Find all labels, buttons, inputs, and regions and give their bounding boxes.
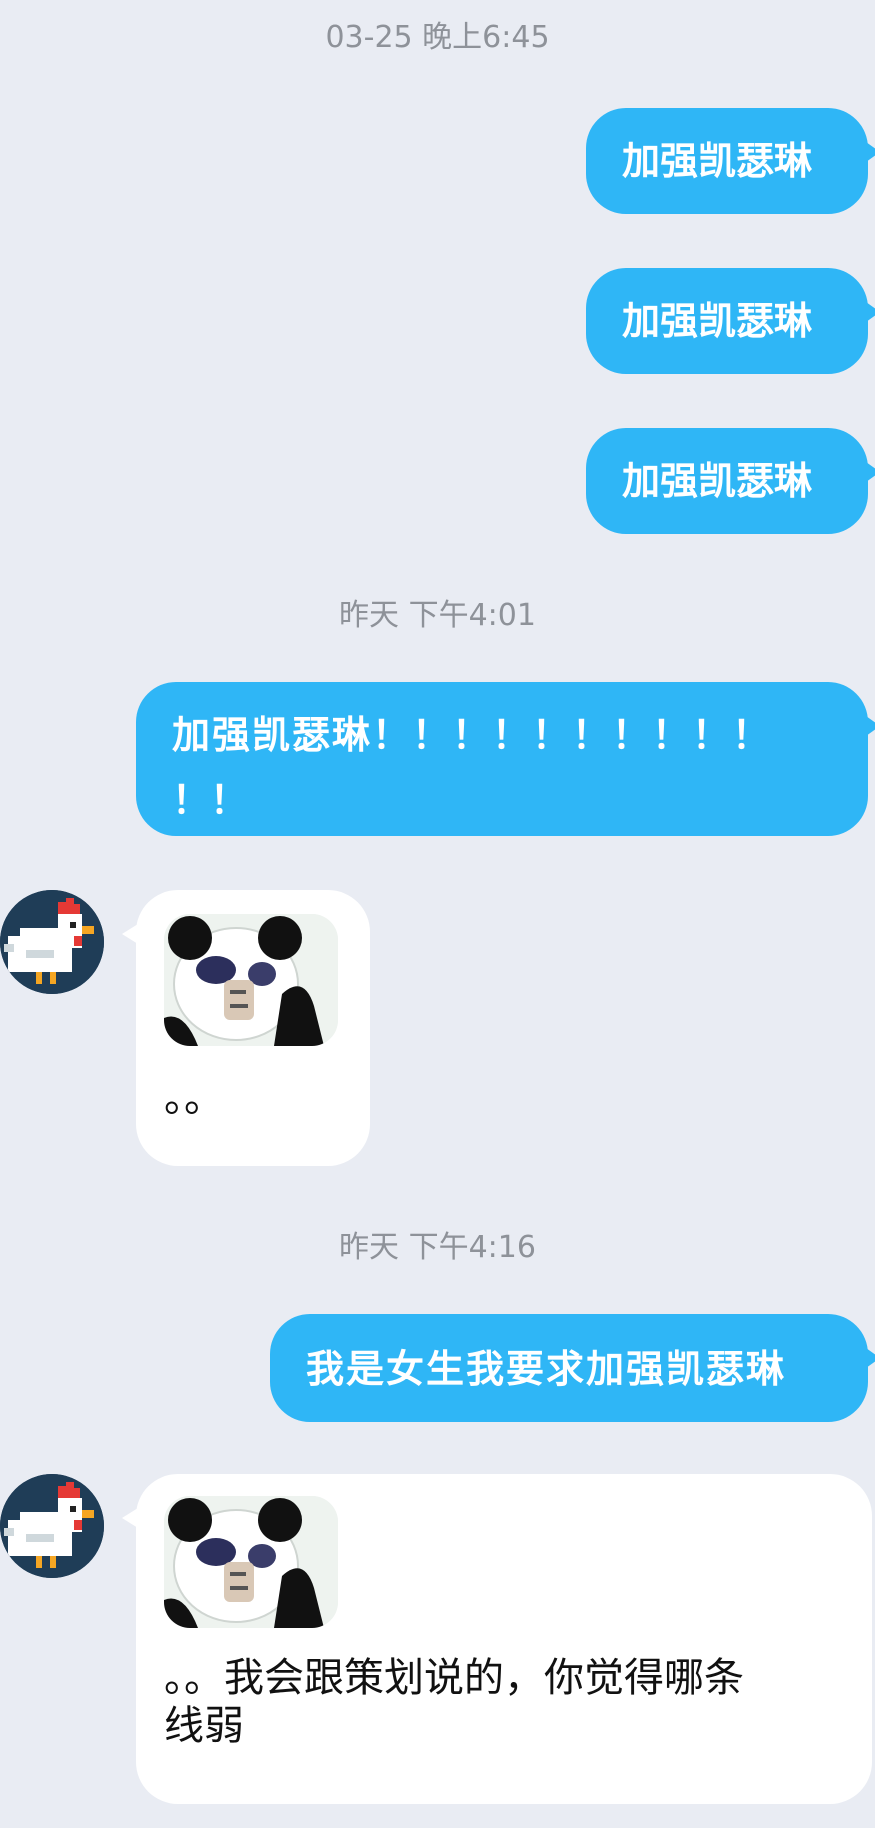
contact-avatar[interactable] (0, 890, 104, 994)
contact-avatar[interactable] (0, 1474, 104, 1578)
outgoing-message[interactable]: 加强凯瑟琳 (586, 108, 868, 214)
message-text-line: 线弱 (164, 1703, 244, 1749)
message-text-line: 。。我会跟策划说的，你觉得哪条 (164, 1655, 744, 1701)
outgoing-message[interactable]: 加强凯瑟琳 (586, 268, 868, 374)
timestamp: 03-25 晚上6:45 (325, 20, 550, 55)
message-text: 加强凯瑟琳 (622, 138, 813, 183)
bubble-tail (866, 462, 875, 482)
message-text: 加强凯瑟琳 (622, 458, 813, 503)
message-text-line: 加强凯瑟琳！！！！！！！！！！ (172, 712, 773, 757)
pixel-chicken-avatar-icon (0, 890, 104, 994)
bubble-tail (866, 716, 875, 736)
panda-meme-sticker-icon (164, 1496, 338, 1628)
timestamp: 昨天 下午4:01 (339, 598, 536, 633)
sticker-image[interactable] (164, 1496, 338, 1628)
message-text: 。。 (164, 1075, 224, 1121)
incoming-message[interactable]: 。。 (136, 890, 370, 1166)
sticker-image[interactable] (164, 914, 338, 1046)
bubble-tail (866, 1348, 875, 1368)
incoming-message[interactable]: 。。我会跟策划说的，你觉得哪条 线弱 (136, 1474, 872, 1804)
bubble-tail (122, 1508, 138, 1528)
outgoing-message[interactable]: 加强凯瑟琳！！！！！！！！！！ ！！ (136, 682, 868, 836)
outgoing-message[interactable]: 我是女生我要求加强凯瑟琳 (270, 1314, 868, 1422)
bubble-tail (122, 924, 138, 944)
message-text: 加强凯瑟琳 (622, 298, 813, 343)
panda-meme-sticker-icon (164, 914, 338, 1046)
bubble-tail (866, 142, 875, 162)
outgoing-message[interactable]: 加强凯瑟琳 (586, 428, 868, 534)
bubble-tail (866, 302, 875, 322)
pixel-chicken-avatar-icon (0, 1474, 104, 1578)
timestamp: 昨天 下午4:16 (339, 1230, 536, 1265)
message-text-line: ！！ (172, 777, 249, 822)
message-text: 我是女生我要求加强凯瑟琳 (306, 1346, 787, 1391)
